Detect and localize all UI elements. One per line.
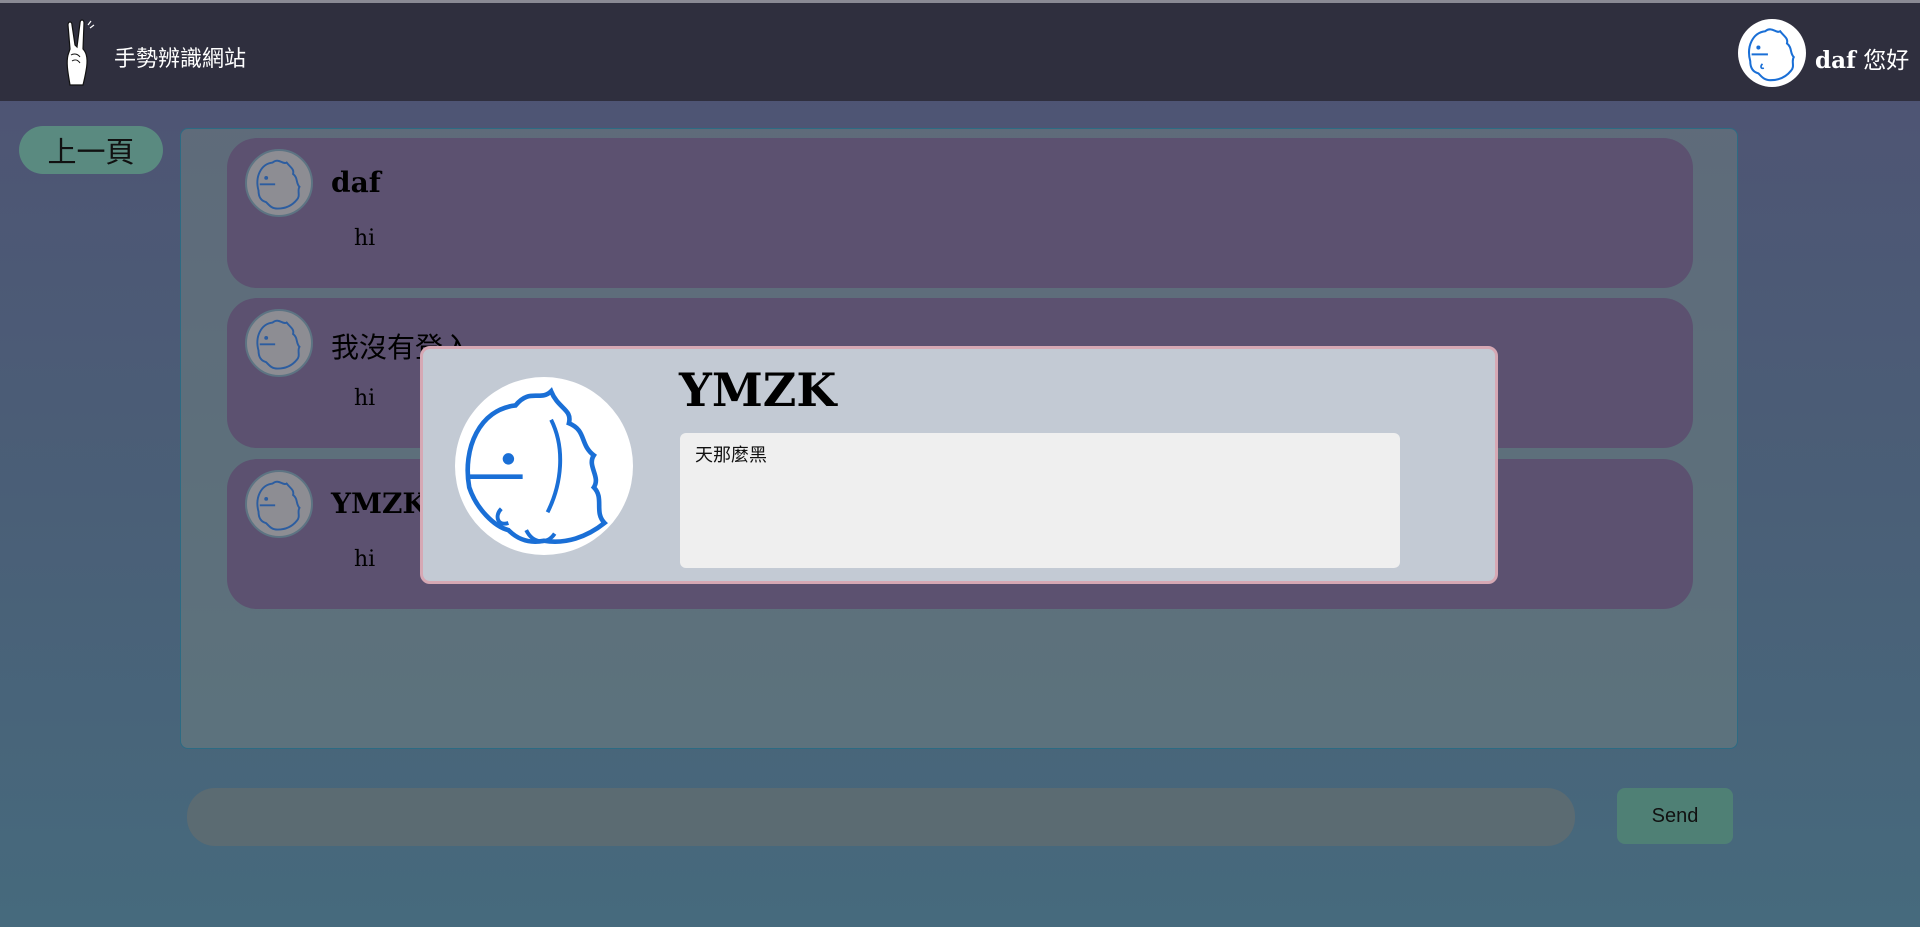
back-button[interactable]: 上一頁: [19, 126, 163, 174]
site-header: 手勢辨識網站 daf 您好: [0, 3, 1920, 101]
profile-avatar-icon: [455, 377, 633, 555]
profile-bio: 天那麼黑: [680, 433, 1400, 568]
site-title[interactable]: 手勢辨識網站: [114, 41, 246, 73]
profile-modal: YMZK 天那麼黑: [420, 346, 1498, 584]
user-avatar-icon[interactable]: [1738, 19, 1806, 87]
message-sender[interactable]: YMZK: [331, 487, 427, 520]
message-input[interactable]: [187, 788, 1575, 846]
greeting-user-name: daf: [1815, 47, 1856, 74]
message-avatar-icon[interactable]: [245, 309, 313, 377]
message-text: hi: [354, 386, 376, 411]
rock-hand-logo-icon[interactable]: [56, 19, 102, 87]
message-sender[interactable]: daf: [331, 166, 381, 199]
message-card: daf hi: [227, 138, 1693, 288]
profile-name: YMZK: [679, 363, 837, 417]
message-avatar-icon[interactable]: [245, 470, 313, 538]
message-avatar-icon[interactable]: [245, 149, 313, 217]
greeting-suffix: 您好: [1863, 48, 1910, 74]
message-text: hi: [354, 226, 376, 251]
send-button[interactable]: Send: [1617, 788, 1733, 844]
message-text: hi: [354, 547, 376, 572]
user-greeting: daf 您好: [1815, 41, 1909, 75]
